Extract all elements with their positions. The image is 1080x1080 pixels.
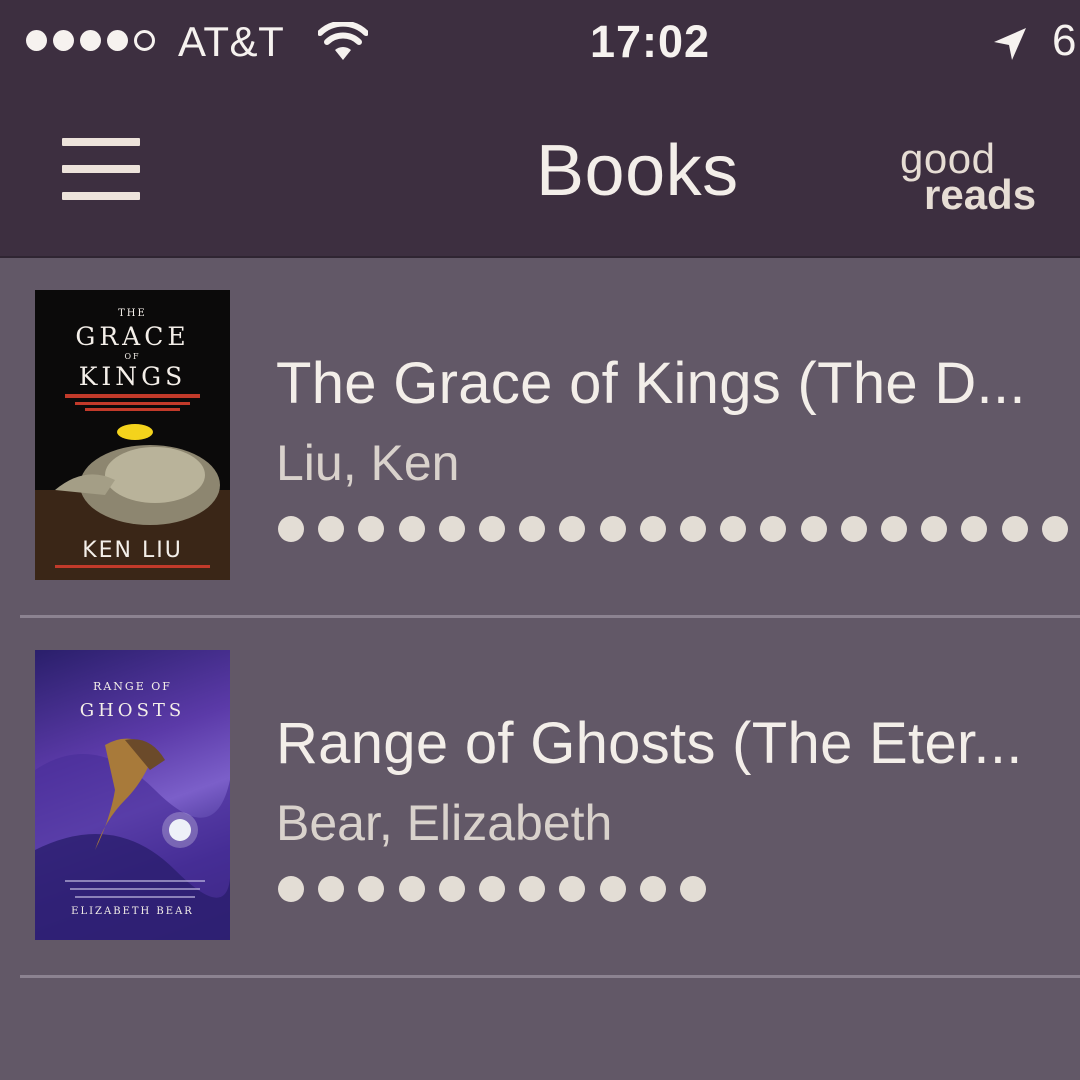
- progress-dot: [599, 876, 626, 902]
- cover-title-main: GHOSTS: [79, 700, 186, 721]
- progress-dot: [519, 876, 546, 902]
- progress-dot: [358, 876, 385, 902]
- progress-dot: [438, 516, 465, 542]
- book-list: THE GRACE OF KINGS KEN LIU The Grace of …: [0, 258, 1080, 978]
- hamburger-line: [62, 192, 140, 200]
- progress-dot: [479, 516, 505, 542]
- status-bar: AT&T 17:02 6: [0, 0, 1080, 86]
- hamburger-line: [62, 138, 140, 146]
- cover-title-main: KINGS: [78, 362, 187, 391]
- progress-dot: [318, 876, 345, 902]
- progress-dot: [760, 516, 787, 542]
- progress-dot: [318, 516, 345, 542]
- screen: AT&T 17:02 6 Books good reads THE GRACE …: [0, 0, 1080, 1080]
- progress-dot: [479, 876, 505, 902]
- progress-dot: [438, 876, 465, 902]
- battery-percentage: 6: [1052, 16, 1077, 65]
- progress-dot: [961, 516, 988, 542]
- book-cover-image: THE GRACE OF KINGS KEN LIU: [35, 290, 230, 580]
- page-title: Books: [536, 131, 739, 211]
- progress-dot: [639, 876, 666, 902]
- progress-dot: [278, 876, 304, 902]
- progress-dot: [639, 516, 666, 542]
- progress-dot: [559, 516, 586, 542]
- book-title: The Grace of Kings (The D...: [276, 351, 1026, 416]
- book-list-item[interactable]: RANGE OF GHOSTS ELIZABETH BEAR Range of …: [0, 618, 1080, 978]
- logo-text-reads: reads: [924, 171, 1037, 218]
- cover-art: [35, 738, 230, 940]
- cover-title-small: RANGE OF: [93, 680, 172, 693]
- navigation-bar: Books good reads: [0, 86, 1080, 258]
- book-author: Liu, Ken: [276, 435, 460, 491]
- progress-dot: [358, 516, 385, 542]
- progress-dot: [1001, 516, 1028, 542]
- progress-dot: [680, 516, 706, 542]
- status-time: 17:02: [589, 16, 711, 67]
- row-divider: [20, 975, 1080, 978]
- goodreads-logo[interactable]: good reads: [900, 138, 1070, 218]
- location-arrow-icon: [994, 28, 1026, 60]
- progress-dot: [278, 516, 304, 542]
- menu-button[interactable]: [62, 138, 140, 202]
- progress-dot: [559, 876, 586, 902]
- cover-title-small: THE: [118, 308, 147, 319]
- cover-author: KEN LIU: [82, 538, 183, 563]
- hamburger-line: [62, 165, 140, 173]
- progress-dot: [680, 876, 706, 902]
- progress-dot: [599, 516, 626, 542]
- cover-title-main: GRACE: [75, 322, 190, 351]
- cover-title-small: OF: [124, 352, 141, 361]
- book-title: Range of Ghosts (The Eter...: [276, 711, 1023, 776]
- progress-dot: [800, 516, 827, 542]
- progress-dot: [519, 516, 546, 542]
- progress-dot: [398, 516, 425, 542]
- progress-dot: [840, 516, 867, 542]
- progress-dot: [921, 516, 948, 542]
- book-list-item[interactable]: THE GRACE OF KINGS KEN LIU The Grace of …: [0, 258, 1080, 618]
- progress-dot: [398, 876, 425, 902]
- progress-dot: [881, 516, 907, 542]
- book-cover-image: RANGE OF GHOSTS ELIZABETH BEAR: [35, 650, 230, 940]
- progress-dot: [720, 516, 747, 542]
- cover-author: ELIZABETH BEAR: [71, 906, 194, 917]
- progress-dot: [1041, 516, 1068, 542]
- book-author: Bear, Elizabeth: [276, 795, 613, 851]
